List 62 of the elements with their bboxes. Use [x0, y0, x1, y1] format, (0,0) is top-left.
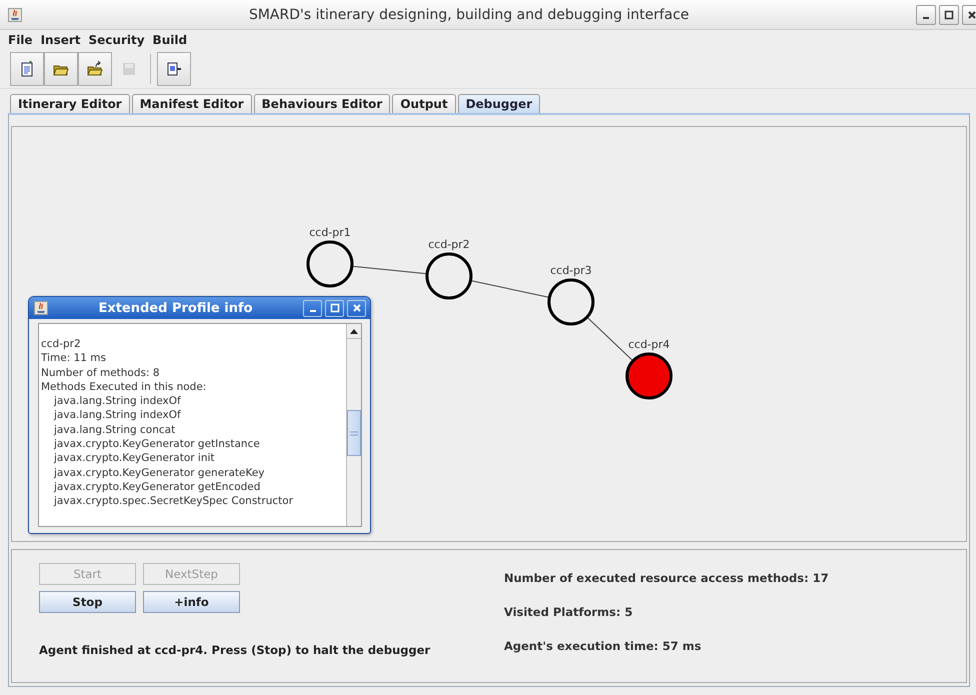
node-circle[interactable] — [548, 278, 594, 326]
node-circle[interactable] — [426, 252, 472, 300]
info-line: ccd-pr2 — [41, 337, 82, 352]
close-icon — [352, 303, 362, 313]
tab[interactable]: Debugger — [458, 94, 540, 113]
toolbar-button[interactable] — [10, 52, 44, 86]
tab[interactable]: Manifest Editor — [132, 94, 252, 113]
maximize-icon — [330, 303, 340, 313]
status-message: Agent finished at ccd-pr4. Press (Stop) to halt the debugger — [39, 643, 432, 657]
app-icon — [34, 301, 48, 315]
tab[interactable]: Behaviours Editor — [254, 94, 390, 113]
folder-arrow-icon — [87, 61, 103, 77]
menu-item[interactable]: File — [4, 33, 37, 47]
stat-text: Number of executed resource access methods: 17 — [504, 571, 829, 585]
maximize-icon — [944, 10, 954, 20]
tab[interactable]: Output — [392, 94, 456, 113]
method-line: javax.crypto.KeyGenerator init — [52, 451, 216, 466]
node-label: ccd-pr2 — [428, 238, 470, 251]
node-label: ccd-pr1 — [309, 226, 351, 239]
node-label: ccd-pr3 — [550, 264, 592, 277]
minimize-icon — [923, 16, 929, 18]
floppy-icon — [121, 61, 137, 77]
close-button[interactable] — [347, 300, 366, 316]
scroll-up-icon[interactable] — [350, 328, 358, 334]
info-line: Number of methods: 8 — [41, 366, 161, 380]
close-icon — [967, 10, 976, 20]
tab[interactable]: Itinerary Editor — [10, 94, 130, 113]
toolbar-button[interactable] — [44, 52, 78, 86]
scrollbar[interactable] — [346, 324, 361, 526]
method-line: java.lang.String indexOf — [52, 394, 182, 408]
maximize-button[interactable] — [325, 300, 344, 316]
minimize-button[interactable] — [303, 300, 322, 316]
menu-item[interactable]: Security — [84, 33, 149, 47]
method-line: javax.crypto.spec.SecretKeySpec Constructor — [52, 494, 294, 509]
node-circle[interactable] — [626, 352, 672, 400]
maximize-button[interactable] — [939, 4, 959, 24]
stop-button[interactable]: Stop — [39, 591, 136, 613]
node-circle[interactable] — [306, 240, 354, 288]
app-icon — [8, 8, 22, 22]
info-line: Methods Executed in this node: — [41, 380, 208, 394]
node-label: ccd-pr4 — [628, 338, 670, 351]
stat-text: Visited Platforms: 5 — [504, 605, 634, 619]
method-line: java.lang.String indexOf — [52, 408, 182, 423]
document-icon — [19, 61, 35, 77]
menu-item[interactable]: Build — [148, 33, 192, 47]
toolbar-button[interactable] — [78, 52, 112, 86]
document-arrow-icon — [166, 61, 182, 77]
info-line: Time: 11 ms — [41, 351, 107, 366]
minimize-icon — [310, 310, 316, 312]
scroll-thumb[interactable] — [347, 410, 361, 456]
method-line: javax.crypto.KeyGenerator getInstance — [52, 437, 261, 452]
stat-text: Agent's execution time: 57 ms — [504, 639, 702, 653]
info-button[interactable]: +info — [143, 591, 240, 613]
method-line: java.lang.String concat — [52, 422, 176, 438]
close-button[interactable] — [962, 4, 976, 24]
method-line: javax.crypto.KeyGenerator generateKey — [52, 466, 266, 480]
minimize-button[interactable] — [916, 4, 936, 24]
method-line: javax.crypto.KeyGenerator getEncoded — [52, 480, 262, 494]
dialog-title: Extended Profile info — [97, 300, 254, 316]
window-title: SMARD's itinerary designing, building and debugging interface — [248, 6, 690, 22]
toolbar-button[interactable] — [157, 52, 191, 86]
menu-item[interactable]: Insert — [36, 33, 85, 47]
